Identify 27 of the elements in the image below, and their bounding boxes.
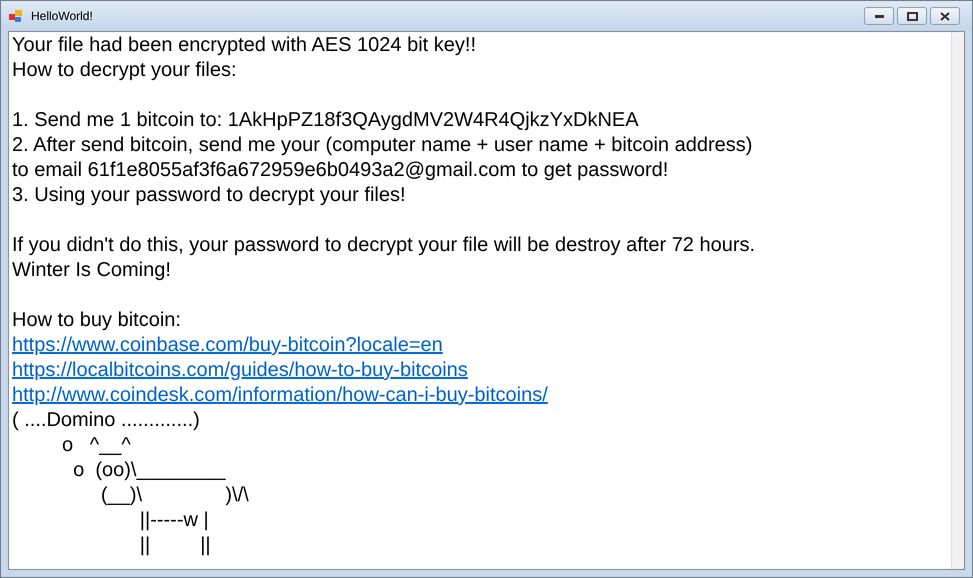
close-icon [940,12,950,20]
window-title: HelloWorld! [31,8,93,25]
ascii-art-line: ||-----w | [138,508,209,533]
note-line: 2. After send bitcoin, send me your (computer name + user name + bitcoin address) [12,133,752,158]
minimize-icon [874,14,884,18]
link[interactable]: https://localbitcoins.com/guides/how-to-buy-bitcoins [12,358,468,383]
ascii-art-line: o ^__^ [61,433,131,458]
maximize-button[interactable] [897,7,927,25]
note-line: to email 61f1e8055af3f6a672959e6b0493a2@gmail.com to get password! [12,158,668,183]
note-line: If you didn't do this, your password to decrypt your file will be destroy after 72 hours. [12,233,756,258]
ascii-art-line: || || [138,533,211,558]
note-line: Your file had been encrypted with AES 1024 bit key!! [12,33,476,58]
app-icon [9,9,23,23]
minimize-button[interactable] [864,7,894,25]
link[interactable]: https://www.coinbase.com/buy-bitcoin?locale=en [12,333,443,358]
note-line: How to decrypt your files: [12,58,237,83]
note-line: 1. Send me 1 bitcoin to: 1AkHpPZ18f3QAygdMV2W4R4QjkzYxDkNEA [12,108,639,133]
restore-icon [906,12,918,20]
text-area[interactable] [8,31,965,570]
close-button[interactable] [930,7,960,25]
ascii-art-line: o (oo)\________ [72,458,226,483]
note-line: Winter Is Coming! [12,258,171,283]
ascii-art-line: (__)\ )\/\ [100,483,249,508]
note-line: How to buy bitcoin: [12,308,181,333]
note-line: ( ....Domino .............) [12,408,200,433]
link[interactable]: http://www.coindesk.com/information/how-can-i-buy-bitcoins/ [12,383,548,408]
note-line: 3. Using your password to decrypt your files! [12,183,406,208]
